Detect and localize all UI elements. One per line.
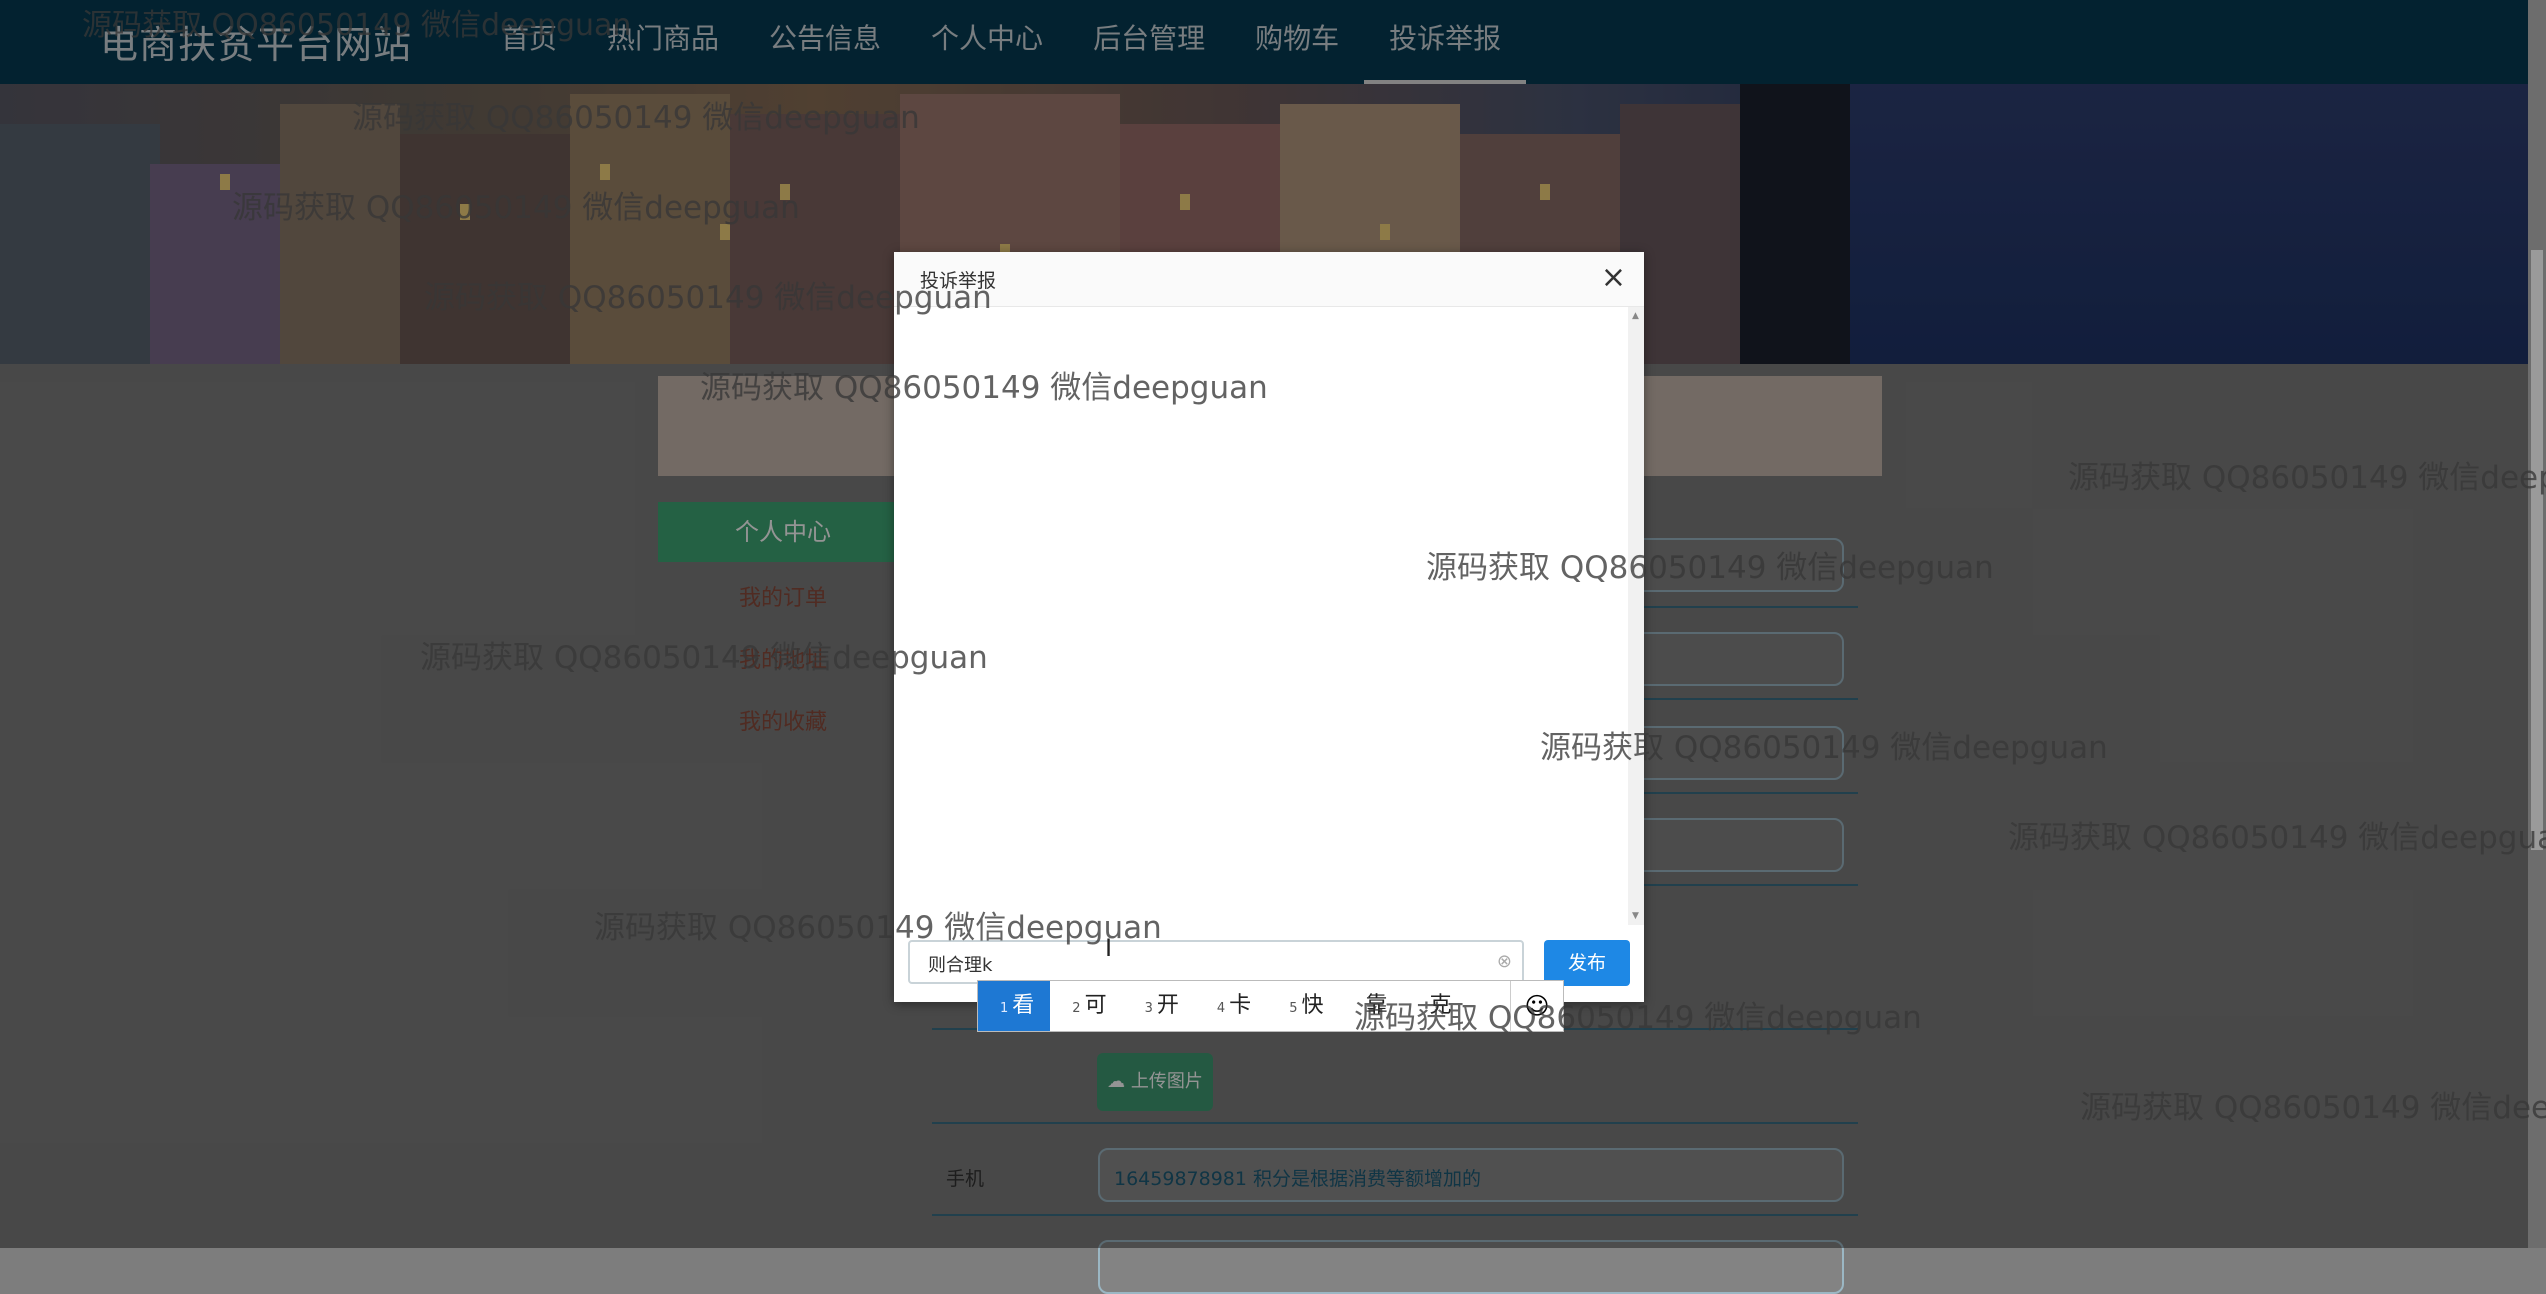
page-scrollbar[interactable] xyxy=(2528,0,2546,1248)
watermark-text: 源码获取 QQ86050149 微信deepguan xyxy=(700,370,1268,406)
watermark-text: 源码获取 QQ86050149 微信deepguan xyxy=(594,910,1162,946)
watermark-text: 源码获取 QQ86050149 微信deepguan xyxy=(1540,730,2108,766)
ime-candidate[interactable]: 4卡 xyxy=(1195,981,1267,1031)
page-scrollbar-thumb[interactable] xyxy=(2531,250,2543,850)
scroll-down-icon[interactable]: ▼ xyxy=(1632,911,1639,921)
watermark-text: 源码获取 QQ86050149 微信deepguan xyxy=(352,100,920,136)
watermark-text: 源码获取 QQ86050149 微信deepguan xyxy=(2080,1090,2546,1126)
ime-candidate[interactable]: 1看 xyxy=(978,981,1051,1031)
form-field[interactable] xyxy=(1098,1240,1844,1294)
dialog-header: 投诉举报 × xyxy=(894,252,1644,307)
watermark-text: 源码获取 QQ86050149 微信deepguan xyxy=(1354,1000,1922,1036)
scroll-up-icon[interactable]: ▲ xyxy=(1632,311,1639,321)
clear-icon[interactable]: ⊗ xyxy=(1497,951,1512,972)
watermark-text: 源码获取 QQ86050149 微信deepguan xyxy=(82,8,632,43)
dialog-scrollbar[interactable]: ▲ ▼ xyxy=(1628,307,1644,925)
watermark-text: 源码获取 QQ86050149 微信deepguan xyxy=(2008,820,2546,856)
ime-candidate[interactable]: 2可 xyxy=(1050,981,1122,1031)
watermark-text: 源码获取 QQ86050149 微信deepguan xyxy=(420,640,988,676)
ime-candidate[interactable]: 5快 xyxy=(1267,981,1339,1031)
watermark-text: 源码获取 QQ86050149 微信deepguan xyxy=(424,280,992,316)
message-input-value: 则合理k xyxy=(928,955,993,976)
watermark-text: 源码获取 QQ86050149 微信deepguan xyxy=(1426,550,1994,586)
watermark-text: 源码获取 QQ86050149 微信deepguan xyxy=(232,190,800,226)
watermark-text: 源码获取 QQ86050149 微信deepguan xyxy=(2068,460,2546,496)
ime-candidate[interactable]: 3开 xyxy=(1123,981,1195,1031)
close-icon[interactable]: × xyxy=(1601,260,1626,295)
